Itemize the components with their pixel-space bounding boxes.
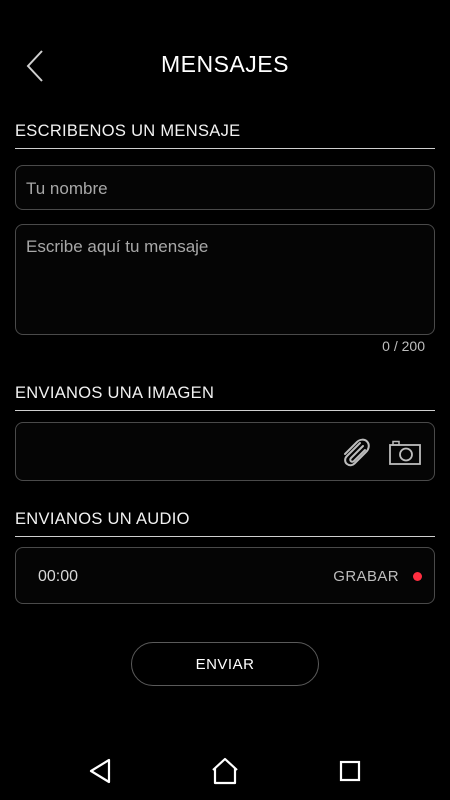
name-input-placeholder: Tu nombre [26,179,108,198]
system-nav-bar [0,740,450,800]
image-attachment-field [15,422,435,481]
nav-back-triangle-icon [89,758,111,784]
nav-home-icon [212,757,238,785]
send-button[interactable]: ENVIAR [131,642,319,686]
nav-recent-button[interactable] [330,754,370,788]
camera-icon [389,440,421,465]
nav-back-button[interactable] [80,754,120,788]
record-dot-icon [413,571,422,581]
image-section-heading: ENVIANOS UNA IMAGEN [15,384,435,411]
message-textarea-placeholder: Escribe aquí tu mensaje [26,237,209,256]
audio-timer: 00:00 [38,568,79,585]
character-counter: 0 / 200 [382,338,425,354]
audio-recorder: 00:00 GRABAR [15,547,435,604]
messages-screen: MENSAJES ESCRIBENOS UN MENSAJE Tu nombre… [0,0,450,800]
message-textarea[interactable]: Escribe aquí tu mensaje [15,224,435,335]
audio-section-heading: ENVIANOS UN AUDIO [15,510,435,537]
nav-home-button[interactable] [205,754,245,788]
header: MENSAJES [0,0,450,130]
message-section-heading: ESCRIBENOS UN MENSAJE [15,122,435,149]
paperclip-icon [344,438,370,467]
record-button[interactable]: GRABAR [333,565,422,587]
nav-recent-square-icon [339,760,361,782]
name-input[interactable]: Tu nombre [15,165,435,210]
camera-button[interactable] [388,439,422,467]
page-title: MENSAJES [161,51,289,77]
record-label: GRABAR [333,567,399,585]
attach-image-button[interactable] [338,436,372,468]
